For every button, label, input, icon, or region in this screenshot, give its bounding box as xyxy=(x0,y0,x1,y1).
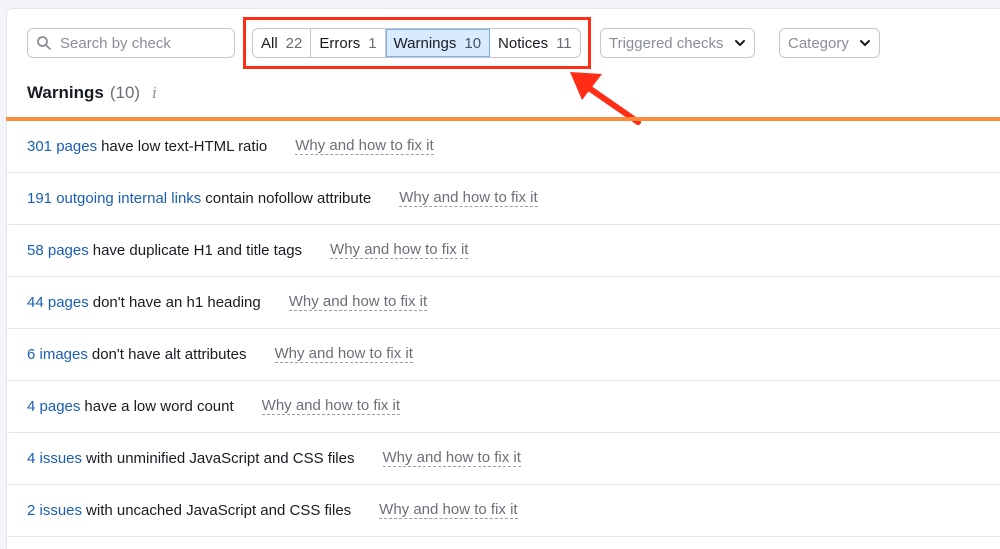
list-item: 4 pages have a low word count Why and ho… xyxy=(6,381,1000,433)
category-dropdown[interactable]: Category xyxy=(779,28,880,58)
list-item: 44 pages don't have an h1 heading Why an… xyxy=(6,277,1000,329)
annotation-highlight-box xyxy=(243,17,591,69)
issue-link[interactable]: 2 issues xyxy=(27,502,82,519)
section-title-text: Warnings xyxy=(27,83,104,102)
issue-description: with uncached JavaScript and CSS files xyxy=(86,502,352,519)
issue-link[interactable]: 58 pages xyxy=(27,242,89,259)
section-count: (10) xyxy=(109,83,141,102)
issue-link[interactable]: 44 pages xyxy=(27,294,89,311)
list-item: 191 outgoing internal links contain nofo… xyxy=(6,173,1000,225)
why-fix-link[interactable]: Why and how to fix it xyxy=(288,294,428,311)
why-fix-link[interactable]: Why and how to fix it xyxy=(295,138,434,155)
issue-description: have low text-HTML ratio xyxy=(101,138,268,155)
issue-link[interactable]: 4 issues xyxy=(27,450,82,467)
issue-description: with unminified JavaScript and CSS files xyxy=(86,450,355,467)
search-icon xyxy=(37,36,51,50)
dropdown-label: Triggered checks xyxy=(609,34,724,52)
list-item: 6 images don't have alt attributes Why a… xyxy=(6,329,1000,381)
why-fix-link[interactable]: Why and how to fix it xyxy=(261,398,401,415)
issue-link[interactable]: 191 outgoing internal links xyxy=(27,190,201,207)
issue-description: contain nofollow attribute xyxy=(205,190,372,207)
why-fix-link[interactable]: Why and how to fix it xyxy=(330,242,469,259)
dropdown-label: Category xyxy=(788,34,849,52)
section-title: Warnings (10) i xyxy=(27,83,157,103)
why-fix-link[interactable]: Why and how to fix it xyxy=(379,502,518,519)
warnings-list: 301 pages have low text-HTML ratio Why a… xyxy=(6,121,1000,537)
issue-description: have duplicate H1 and title tags xyxy=(92,242,303,259)
why-fix-link[interactable]: Why and how to fix it xyxy=(382,450,521,467)
issue-link[interactable]: 6 images xyxy=(27,346,88,363)
issue-description: don't have an h1 heading xyxy=(92,294,261,311)
list-item: 58 pages have duplicate H1 and title tag… xyxy=(6,225,1000,277)
search-box[interactable] xyxy=(27,28,235,58)
search-input[interactable] xyxy=(60,34,230,52)
why-fix-link[interactable]: Why and how to fix it xyxy=(274,346,413,363)
list-item: 301 pages have low text-HTML ratio Why a… xyxy=(6,121,1000,173)
issue-link[interactable]: 301 pages xyxy=(27,138,97,155)
chevron-down-icon xyxy=(859,40,870,46)
issue-description: don't have alt attributes xyxy=(91,346,247,363)
why-fix-link[interactable]: Why and how to fix it xyxy=(399,190,538,207)
info-icon[interactable]: i xyxy=(152,84,157,102)
chevron-down-icon xyxy=(734,40,745,46)
list-item: 2 issues with uncached JavaScript and CS… xyxy=(6,485,1000,537)
triggered-checks-dropdown[interactable]: Triggered checks xyxy=(600,28,755,58)
issue-link[interactable]: 4 pages xyxy=(27,398,80,415)
list-item: 4 issues with unminified JavaScript and … xyxy=(6,433,1000,485)
issue-description: have a low word count xyxy=(84,398,234,415)
